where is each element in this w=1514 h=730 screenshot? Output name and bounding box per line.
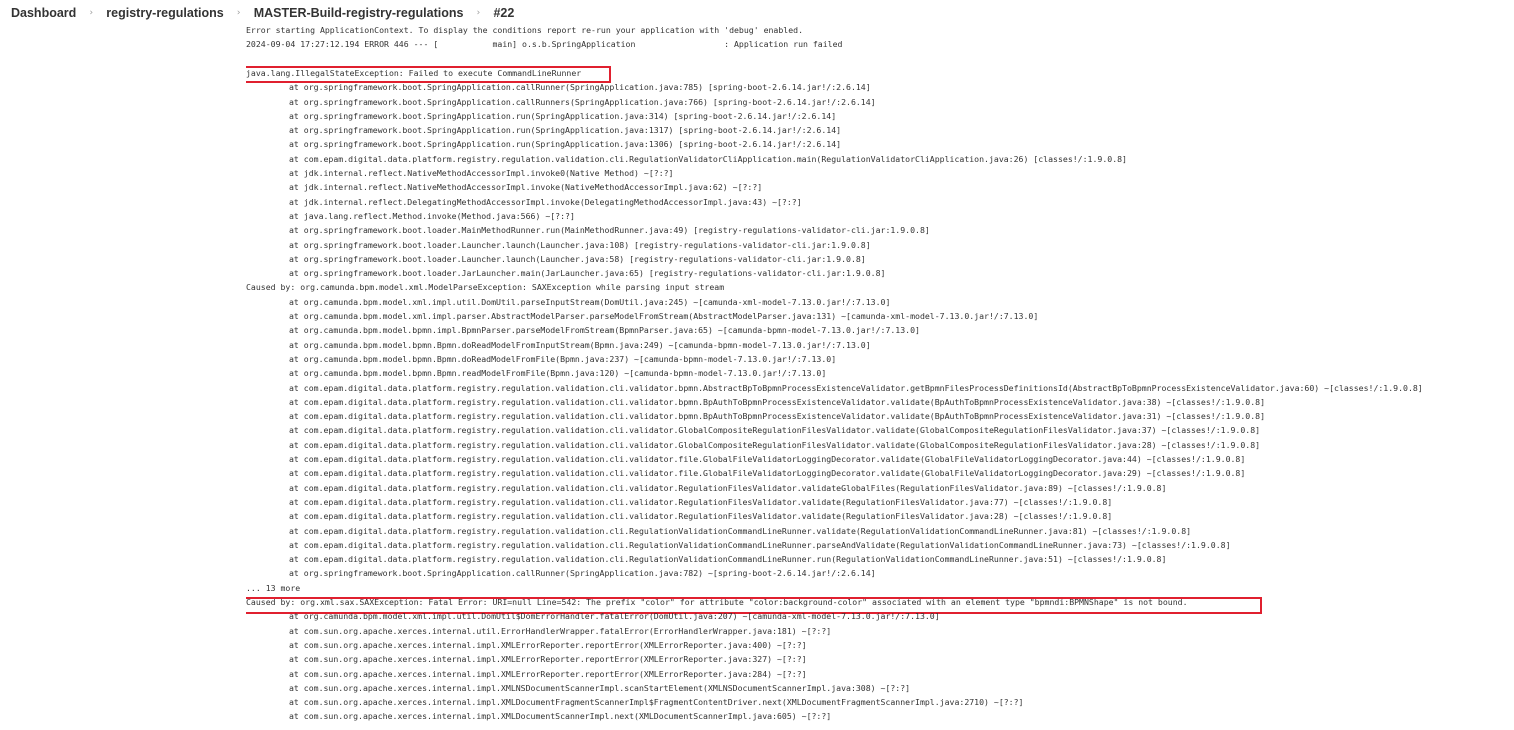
log-line: at com.epam.digital.data.platform.regist… [289, 439, 1261, 450]
console-output: Error starting ApplicationContext. To di… [246, 24, 1508, 730]
log-line: at com.epam.digital.data.platform.regist… [289, 411, 1265, 422]
log-line: at com.epam.digital.data.platform.regist… [289, 511, 1113, 522]
log-line: at com.epam.digital.data.platform.regist… [289, 554, 1167, 565]
log-line: at com.epam.digital.data.platform.regist… [289, 382, 1423, 393]
log-line: at org.springframework.boot.loader.Launc… [289, 239, 871, 250]
log-line: at org.springframework.boot.SpringApplic… [289, 82, 871, 93]
log-line: at com.epam.digital.data.platform.regist… [289, 425, 1261, 436]
log-line: at com.sun.org.apache.xerces.internal.im… [289, 639, 807, 650]
log-line: at org.springframework.boot.loader.JarLa… [289, 268, 886, 279]
breadcrumb-registry-regulations-link[interactable]: registry-regulations [106, 6, 223, 20]
log-line: at com.sun.org.apache.xerces.internal.im… [289, 682, 911, 693]
breadcrumb-job-link[interactable]: MASTER-Build-registry-regulations [254, 6, 464, 20]
log-line: at com.epam.digital.data.platform.regist… [289, 468, 1246, 479]
log-line: ... 13 more [246, 582, 301, 593]
log-line: at com.sun.org.apache.xerces.internal.im… [289, 711, 832, 722]
log-line: at org.springframework.boot.SpringApplic… [289, 110, 837, 121]
log-line: at org.springframework.boot.SpringApplic… [289, 139, 842, 150]
log-line: at org.springframework.boot.loader.MainM… [289, 225, 930, 236]
log-line: at jdk.internal.reflect.NativeMethodAcce… [289, 182, 763, 193]
log-line: at com.epam.digital.data.platform.regist… [289, 525, 1192, 536]
log-line: at org.springframework.boot.loader.Launc… [289, 253, 866, 264]
log-line: Caused by: org.xml.sax.SAXException: Fat… [246, 597, 1188, 607]
log-line: at org.camunda.bpm.model.bpmn.Bpmn.doRea… [289, 353, 837, 364]
log-line: at com.epam.digital.data.platform.regist… [289, 454, 1246, 464]
log-line: java.lang.IllegalStateException: Failed … [246, 67, 582, 78]
log-line: Caused by: org.camunda.bpm.model.xml.Mod… [246, 282, 725, 293]
log-line: at com.epam.digital.data.platform.regist… [289, 539, 1231, 550]
chevron-right-icon: › [236, 8, 241, 18]
log-line: at com.epam.digital.data.platform.regist… [289, 153, 1127, 164]
log-line: at org.camunda.bpm.model.xml.impl.util.D… [289, 296, 891, 307]
log-line: at org.camunda.bpm.model.bpmn.Bpmn.doRea… [289, 339, 871, 350]
breadcrumb: Dashboard › registry-regulations › MASTE… [0, 0, 1514, 26]
log-line: at org.camunda.bpm.model.xml.impl.parser… [289, 311, 1039, 321]
chevron-right-icon: › [476, 8, 481, 18]
log-line: at jdk.internal.reflect.NativeMethodAcce… [289, 168, 674, 178]
log-line: at org.springframework.boot.SpringApplic… [289, 568, 876, 579]
chevron-right-icon: › [89, 8, 94, 18]
log-line: at org.camunda.bpm.model.bpmn.impl.BpmnP… [289, 325, 920, 336]
log-line: at java.lang.reflect.Method.invoke(Metho… [289, 210, 575, 221]
log-line: 2024-09-04 17:27:12.194 ERROR 446 --- [ … [246, 39, 843, 50]
log-line: at org.camunda.bpm.model.xml.impl.util.D… [289, 611, 940, 622]
log-line: at com.sun.org.apache.xerces.internal.ut… [289, 625, 832, 636]
log-line: at jdk.internal.reflect.DelegatingMethod… [289, 196, 802, 207]
log-line: at com.epam.digital.data.platform.regist… [289, 396, 1265, 407]
log-line: at org.springframework.boot.SpringApplic… [289, 96, 876, 107]
breadcrumb-build-link[interactable]: #22 [493, 6, 514, 20]
log-line: at com.sun.org.apache.xerces.internal.im… [289, 654, 807, 665]
breadcrumb-dashboard-link[interactable]: Dashboard [11, 6, 76, 20]
log-line: at com.sun.org.apache.xerces.internal.im… [289, 668, 807, 679]
log-line: at com.sun.org.apache.xerces.internal.im… [289, 697, 1024, 708]
log-line: at com.epam.digital.data.platform.regist… [289, 496, 1113, 507]
log-line: at org.camunda.bpm.model.bpmn.Bpmn.readM… [289, 368, 827, 379]
log-line: at org.springframework.boot.SpringApplic… [289, 125, 842, 136]
log-line: at com.epam.digital.data.platform.regist… [289, 482, 1167, 493]
